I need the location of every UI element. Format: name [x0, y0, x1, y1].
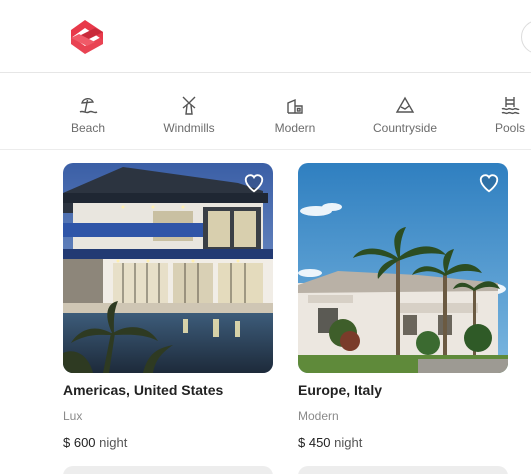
listing-card[interactable]: Americas, United States Lux $ 600 night — [63, 163, 273, 450]
listing-price: $ 450 night — [298, 435, 362, 450]
category-label: Beach — [70, 121, 106, 135]
listing-photo[interactable] — [298, 163, 508, 373]
listing-location[interactable]: Europe, Italy — [298, 382, 382, 398]
price-amount: $ 450 — [298, 435, 331, 450]
category-label: Countryside — [372, 121, 438, 135]
price-unit: night — [334, 435, 363, 450]
beach-umbrella-icon — [79, 98, 98, 114]
category-windmills[interactable]: Windmills — [160, 95, 218, 141]
next-listing-card-peek[interactable] — [63, 466, 273, 474]
category-modern[interactable]: Modern — [272, 95, 318, 141]
category-label: Modern — [274, 121, 316, 135]
listing-location[interactable]: Americas, United States — [63, 382, 223, 398]
listing-type: Modern — [298, 409, 339, 423]
category-countryside[interactable]: Countryside — [372, 95, 438, 141]
price-unit: night — [99, 435, 128, 450]
listing-card[interactable]: Europe, Italy Modern $ 450 night — [298, 163, 508, 450]
brand-logo[interactable] — [69, 18, 105, 56]
listing-photo[interactable] — [63, 163, 273, 373]
category-bar: Beach Windmills Modern Countryside Pools — [0, 73, 531, 150]
next-listing-card-peek[interactable] — [298, 466, 508, 474]
category-label: Pools — [494, 121, 526, 135]
windmill-icon — [182, 96, 196, 115]
category-pools[interactable]: Pools — [492, 95, 528, 141]
pool-ladder-icon — [501, 97, 520, 115]
heart-icon[interactable] — [243, 172, 265, 194]
category-beach[interactable]: Beach — [64, 95, 112, 141]
listing-type: Lux — [63, 409, 83, 423]
modern-house-icon — [287, 98, 303, 114]
listing-price: $ 600 night — [63, 435, 127, 450]
heart-icon[interactable] — [478, 172, 500, 194]
user-menu-button[interactable] — [521, 20, 531, 54]
modern-villa-photo — [63, 163, 273, 373]
top-header — [0, 0, 531, 73]
price-amount: $ 600 — [63, 435, 96, 450]
category-label: Windmills — [163, 121, 215, 135]
palm-villa-photo — [298, 163, 508, 373]
mountain-icon — [395, 96, 415, 113]
